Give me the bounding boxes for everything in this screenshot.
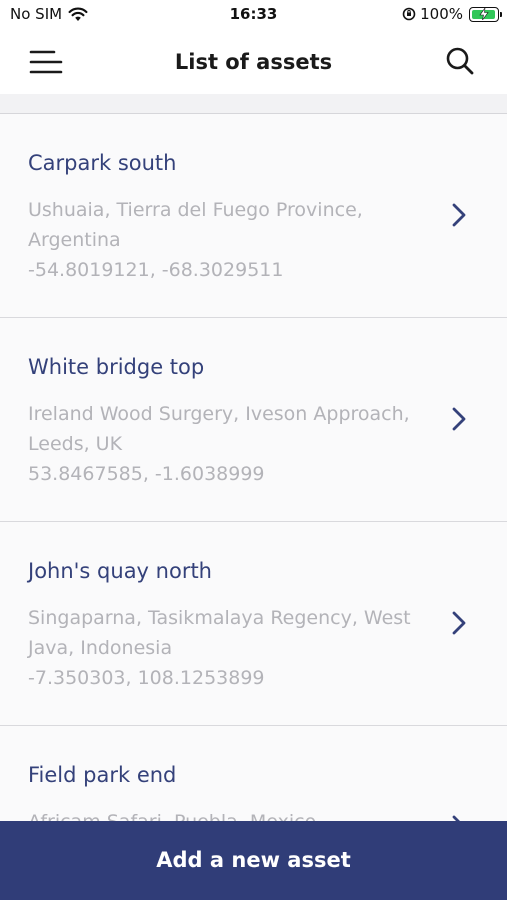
status-left: No SIM <box>10 5 88 23</box>
nav-bar: List of assets <box>0 30 507 94</box>
hamburger-menu-icon <box>29 50 63 74</box>
chevron-right-icon <box>452 407 466 431</box>
chevron-right-icon <box>452 611 466 635</box>
asset-list-item[interactable]: White bridge top Ireland Wood Surgery, I… <box>0 318 507 522</box>
asset-coordinates: -7.350303, 108.1253899 <box>28 667 265 689</box>
asset-name: Carpark south <box>28 151 177 175</box>
orientation-lock-icon <box>402 7 416 21</box>
menu-button[interactable] <box>28 48 64 76</box>
asset-list-item[interactable]: Carpark south Ushuaia, Tierra del Fuego … <box>0 114 507 318</box>
asset-name: John's quay north <box>28 559 212 583</box>
asset-location: Singaparna, Tasikmalaya Regency, West Ja… <box>28 603 428 693</box>
status-right: 100% <box>402 5 502 23</box>
status-bar: No SIM 16:33 100% <box>0 0 507 30</box>
asset-address: Ireland Wood Surgery, Iveson Approach, L… <box>28 403 410 455</box>
asset-address: Singaparna, Tasikmalaya Regency, West Ja… <box>28 607 411 659</box>
carrier-label: No SIM <box>10 5 63 23</box>
asset-name: White bridge top <box>28 355 205 379</box>
asset-name: Field park end <box>28 763 177 787</box>
search-button[interactable] <box>445 46 475 76</box>
asset-list-item[interactable]: Field park end Africam Safari, Puebla, M… <box>0 726 507 822</box>
charging-bolt-icon <box>479 7 489 20</box>
add-asset-button[interactable]: Add a new asset <box>0 821 507 900</box>
wifi-icon <box>68 7 88 21</box>
search-icon <box>446 47 474 75</box>
chevron-right-icon <box>452 203 466 227</box>
battery-nub <box>500 11 502 17</box>
asset-address: Ushuaia, Tierra del Fuego Province, Arge… <box>28 199 363 251</box>
battery-charging-icon <box>469 6 502 22</box>
asset-coordinates: 53.8467585, -1.6038999 <box>28 463 265 485</box>
asset-location: Africam Safari, Puebla, Mexico <box>28 807 428 822</box>
asset-location: Ushuaia, Tierra del Fuego Province, Arge… <box>28 195 428 285</box>
battery-percent: 100% <box>420 5 463 23</box>
page-title: List of assets <box>174 50 333 74</box>
asset-location: Ireland Wood Surgery, Iveson Approach, L… <box>28 399 428 489</box>
asset-coordinates: -54.8019121, -68.3029511 <box>28 259 284 281</box>
asset-list[interactable]: Carpark south Ushuaia, Tierra del Fuego … <box>0 114 507 822</box>
list-header-divider <box>0 94 507 114</box>
asset-list-item[interactable]: John's quay north Singaparna, Tasikmalay… <box>0 522 507 726</box>
asset-address: Africam Safari, Puebla, Mexico <box>28 811 317 822</box>
